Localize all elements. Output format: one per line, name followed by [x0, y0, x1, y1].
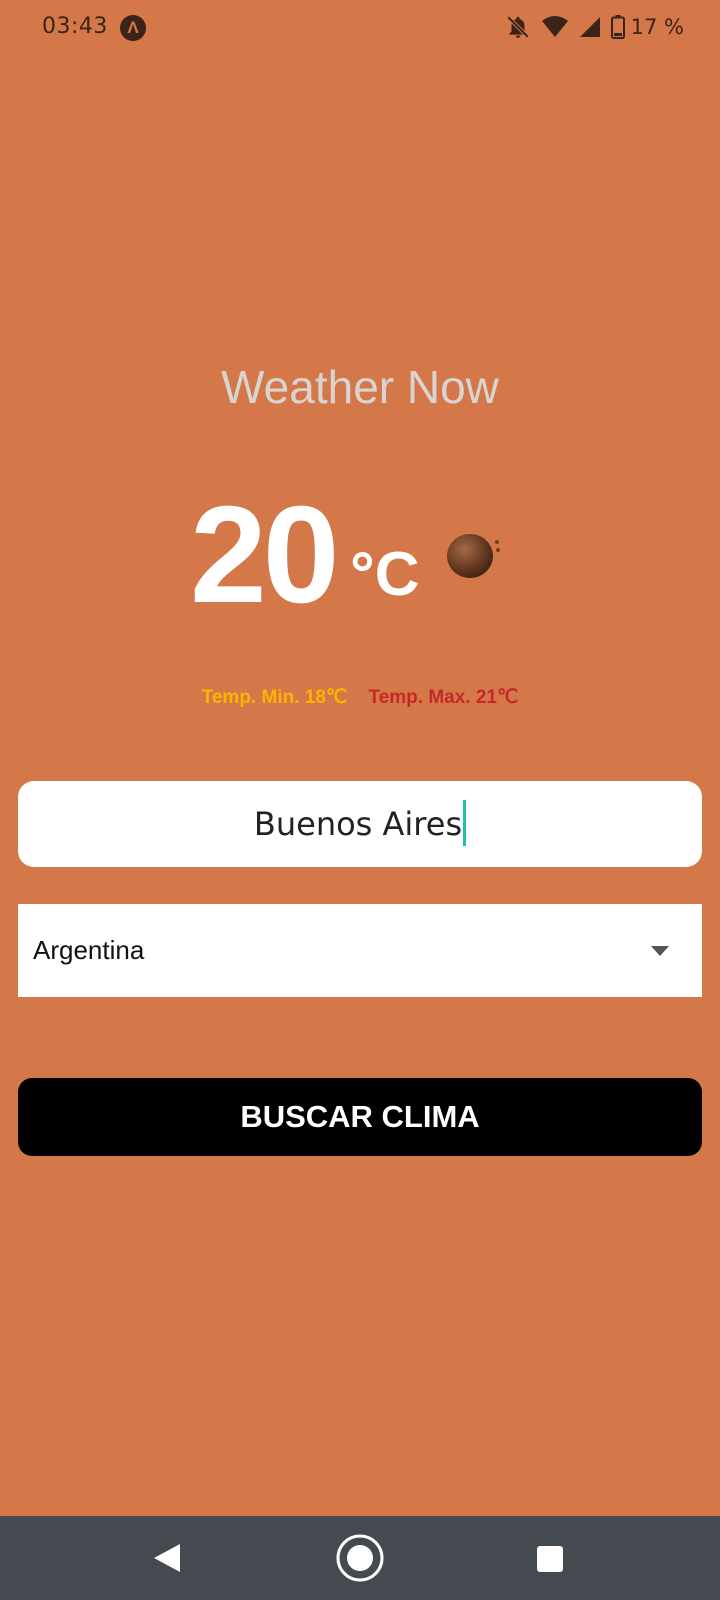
home-icon[interactable]	[336, 1534, 384, 1587]
cellular-signal-icon	[579, 16, 601, 38]
dropdown-arrow-icon[interactable]	[650, 944, 670, 962]
weather-icon	[444, 532, 508, 582]
city-input[interactable]: Buenos Aires	[18, 781, 702, 867]
country-select-value: Argentina	[33, 935, 145, 965]
battery-percentage: 17 %	[630, 15, 684, 39]
status-icons: 17 %	[505, 12, 684, 42]
expo-icon: Λ	[120, 15, 146, 41]
temperature-value: 20	[190, 478, 339, 632]
max-temperature: Temp. Max. 21℃	[368, 687, 519, 708]
city-input-value: Buenos Aires	[253, 805, 463, 843]
min-max-temperatures: Temp. Min. 18℃ Temp. Max. 21℃	[0, 686, 720, 709]
min-temperature: Temp. Min. 18℃	[201, 687, 348, 708]
app-title: Weather Now	[221, 361, 499, 413]
notifications-off-icon	[505, 14, 531, 40]
country-select[interactable]: Argentina	[18, 904, 702, 997]
wifi-icon	[541, 15, 569, 39]
navigation-bar	[0, 1516, 720, 1600]
text-cursor	[463, 800, 467, 846]
status-bar: 03:43 Λ 17 %	[0, 0, 720, 56]
temperature-unit: °C	[350, 540, 420, 609]
recents-icon[interactable]	[537, 1546, 563, 1577]
battery-icon	[610, 15, 625, 39]
search-weather-button[interactable]: BUSCAR CLIMA	[18, 1078, 702, 1156]
back-icon[interactable]	[152, 1542, 182, 1579]
status-time: 03:43	[42, 14, 108, 39]
